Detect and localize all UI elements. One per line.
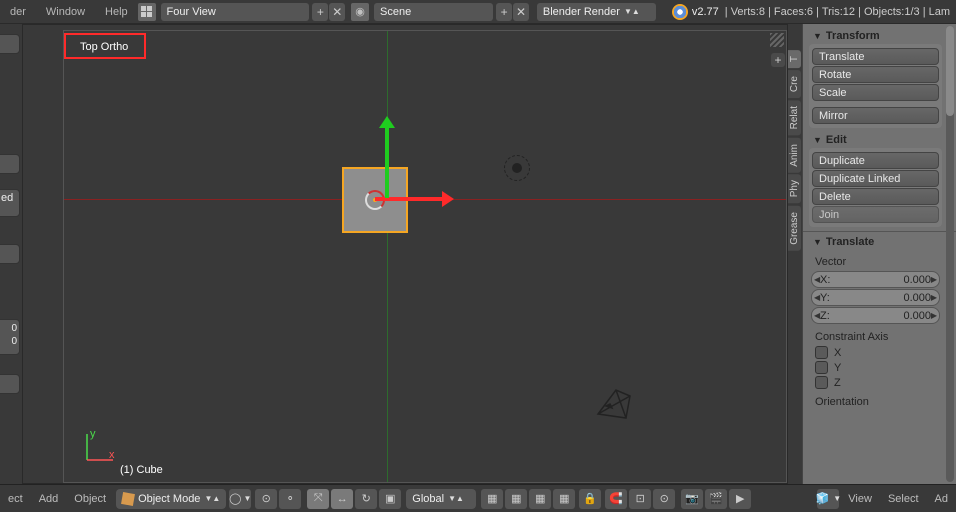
panel-scrollbar[interactable] xyxy=(946,26,954,482)
active-object-label: (1) Cube xyxy=(120,464,163,476)
delete-button[interactable]: Delete xyxy=(812,188,939,205)
header-menu-select[interactable]: ect xyxy=(0,493,31,505)
viewport-expand-panel[interactable]: + xyxy=(771,53,785,67)
viewport-view-label: Top Ortho xyxy=(72,39,136,57)
menu-render[interactable]: der xyxy=(0,6,36,18)
transform-panel-header[interactable]: ▼Transform xyxy=(809,28,942,44)
vector-y-field[interactable]: ◀Y:0.000▶ xyxy=(811,289,940,306)
rotate-button[interactable]: Rotate xyxy=(812,66,939,83)
vector-z-field[interactable]: ◀Z:0.000▶ xyxy=(811,307,940,324)
y-axis-line xyxy=(387,31,388,482)
manipulator-y-head[interactable] xyxy=(379,116,395,128)
pivot-selector[interactable]: ⊙ xyxy=(255,489,277,509)
scene-add-button[interactable]: + xyxy=(496,3,512,21)
manipulator-rotate-icon[interactable]: ↻ xyxy=(355,489,377,509)
manipulator-translate-icon[interactable]: ↔ xyxy=(331,489,353,509)
manipulator-y-arrow[interactable] xyxy=(385,126,389,198)
stub-4[interactable] xyxy=(0,374,20,394)
n-menu-select[interactable]: Select xyxy=(880,493,927,505)
scene-selector[interactable]: Scene xyxy=(374,3,493,21)
properties-region: ▼Transform Translate Rotate Scale Mirror… xyxy=(802,24,956,484)
render-opengl-icon[interactable]: ▶ xyxy=(729,489,751,509)
menu-window[interactable]: Window xyxy=(36,6,95,18)
lamp-object[interactable] xyxy=(504,155,530,181)
tab-t[interactable]: T xyxy=(788,50,801,68)
header-menu-add[interactable]: Add xyxy=(31,493,67,505)
n-menu-view[interactable]: View xyxy=(840,493,880,505)
svg-text:x: x xyxy=(109,449,115,461)
header-menu-object[interactable]: Object xyxy=(66,493,114,505)
svg-text:y: y xyxy=(90,428,96,440)
layers-4[interactable]: ▦ xyxy=(553,489,575,509)
pivot-toggle[interactable]: ⚬ xyxy=(279,489,301,509)
snap-toggle[interactable]: 🧲 xyxy=(605,489,627,509)
render-engine-label: Blender Render xyxy=(543,6,620,18)
stub-3[interactable] xyxy=(0,244,20,264)
constraint-x-checkbox[interactable]: X xyxy=(811,345,940,360)
editor-type-selector[interactable]: 🧊▼ xyxy=(817,489,839,509)
orientation-label: Orientation xyxy=(811,394,940,410)
tab-physics[interactable]: Phy xyxy=(788,174,801,203)
mirror-button[interactable]: Mirror xyxy=(812,107,939,124)
vector-label: Vector xyxy=(811,254,940,270)
menu-help[interactable]: Help xyxy=(95,6,138,18)
blender-logo-icon xyxy=(672,4,688,20)
stub-ed[interactable]: ed xyxy=(0,189,20,217)
edit-panel-header[interactable]: ▼Edit xyxy=(809,132,942,148)
duplicate-button[interactable]: Duplicate xyxy=(812,152,939,169)
left-toolshelf-stubs: ed 0 0 xyxy=(0,24,22,484)
snap-target[interactable]: ⊙ xyxy=(653,489,675,509)
layout-selector-label: Four View xyxy=(167,6,216,18)
stub-1[interactable] xyxy=(0,34,20,54)
layout-selector[interactable]: Four View xyxy=(161,3,310,21)
shading-selector[interactable]: ◯▼ xyxy=(229,489,251,509)
scene-icon[interactable]: ◉ xyxy=(351,3,369,21)
lock-camera-icon[interactable]: 🔒 xyxy=(579,489,601,509)
layers-1[interactable]: ▦ xyxy=(481,489,503,509)
constraint-z-checkbox[interactable]: Z xyxy=(811,375,940,390)
manipulator-x-head[interactable] xyxy=(442,191,454,207)
tab-animation[interactable]: Anim xyxy=(788,138,801,173)
render-image-icon[interactable]: 📷 xyxy=(681,489,703,509)
constraint-y-checkbox[interactable]: Y xyxy=(811,360,940,375)
version-label: v2.77 xyxy=(692,6,719,18)
n-menu-add[interactable]: Ad xyxy=(927,493,956,505)
mini-axis-indicator: y x xyxy=(79,428,119,468)
tab-relations[interactable]: Relat xyxy=(788,100,801,135)
layout-icon[interactable] xyxy=(138,3,156,21)
vector-x-field[interactable]: ◀X:0.000▶ xyxy=(811,271,940,288)
operator-translate-header[interactable]: ▼Translate xyxy=(809,234,942,250)
orientation-selector[interactable]: Global▼▲ xyxy=(406,489,476,509)
scale-button[interactable]: Scale xyxy=(812,84,939,101)
scene-stats: | Verts:8 | Faces:6 | Tris:12 | Objects:… xyxy=(719,6,956,18)
mode-selector[interactable]: Object Mode▼▲ xyxy=(116,489,226,509)
top-menu-bar: der Window Help Four View + ✕ ◉ Scene + … xyxy=(0,0,956,24)
tab-create[interactable]: Cre xyxy=(788,70,801,98)
snap-element[interactable]: ⊡ xyxy=(629,489,651,509)
layout-add-button[interactable]: + xyxy=(312,3,328,21)
scene-remove-button[interactable]: ✕ xyxy=(513,3,529,21)
translate-button[interactable]: Translate xyxy=(812,48,939,65)
render-engine-selector[interactable]: Blender Render▼▲ xyxy=(537,3,656,21)
layers-3[interactable]: ▦ xyxy=(529,489,551,509)
constraint-axis-label: Constraint Axis xyxy=(811,329,940,345)
manipulator-scale-icon[interactable]: ▣ xyxy=(379,489,401,509)
stub-00[interactable]: 0 0 xyxy=(0,319,20,355)
scene-selector-label: Scene xyxy=(380,6,411,18)
viewport-inner[interactable]: Top Ortho y x (1) Cube + xyxy=(63,30,787,483)
layers-2[interactable]: ▦ xyxy=(505,489,527,509)
tab-grease[interactable]: Grease xyxy=(788,206,801,251)
toolshelf-tabs: T Cre Relat Anim Phy Grease xyxy=(788,50,802,252)
camera-object[interactable] xyxy=(594,386,634,422)
3d-viewport[interactable]: Top Ortho y x (1) Cube + xyxy=(22,24,788,484)
render-anim-icon[interactable]: 🎬 xyxy=(705,489,727,509)
layout-remove-button[interactable]: ✕ xyxy=(329,3,345,21)
viewport-split-corner[interactable] xyxy=(770,33,784,47)
join-button[interactable]: Join xyxy=(812,206,939,223)
manipulator-toggle[interactable]: ⤧ xyxy=(307,489,329,509)
3dview-header: ect Add Object Object Mode▼▲ ◯▼ ⊙ ⚬ ⤧ ↔ … xyxy=(0,484,956,512)
duplicate-linked-button[interactable]: Duplicate Linked xyxy=(812,170,939,187)
stub-2[interactable] xyxy=(0,154,20,174)
